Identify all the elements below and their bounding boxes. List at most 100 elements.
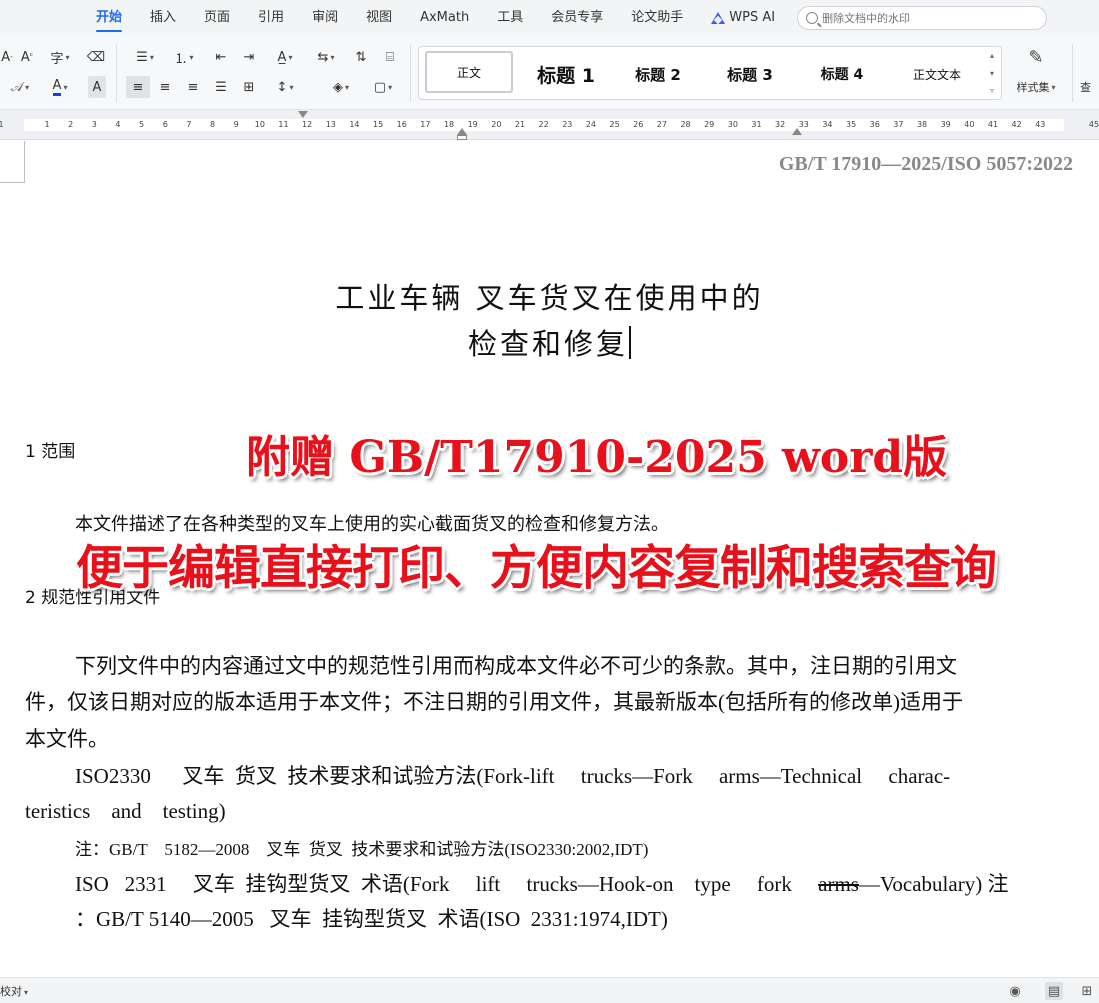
text-effect-icon[interactable]: 𝒜 ▾	[4, 76, 36, 98]
ruler-tick-label: 35	[846, 120, 857, 129]
eye-protection-icon[interactable]: ◉	[1006, 982, 1024, 1000]
chevron-up-icon[interactable]: ▴	[990, 51, 994, 60]
ruler-tick-label: 10	[254, 120, 265, 129]
tab-page[interactable]: 页面	[190, 0, 244, 36]
ruler-tick-label: 45	[1088, 120, 1099, 129]
page-view-icon[interactable]: ▤	[1045, 982, 1063, 1000]
style-heading-2[interactable]: 标题 2	[615, 59, 701, 89]
note-gb5182: 注：GB/T 5182—2008 叉车 货叉 技术要求和试验方法(ISO2330…	[75, 840, 649, 859]
web-layout-icon[interactable]: ⊞	[1078, 982, 1096, 1000]
reference-iso2331-tail: —Vocabulary) 注	[858, 872, 1009, 896]
tab-tools[interactable]: 工具	[483, 0, 537, 36]
right-indent-marker[interactable]	[792, 128, 802, 135]
shading-fill-icon[interactable]: ◈ ▾	[324, 76, 358, 98]
tab-references[interactable]: 引用	[244, 0, 298, 36]
horizontal-ruler[interactable]: 1 1 2 3 4 5 6 7 8 9 10 11 12 13 14 15 16 17 18 19 20 21 22 23 24…	[0, 110, 1099, 140]
clear-format-icon[interactable]: ⌫	[86, 46, 106, 68]
change-case-icon[interactable]: Aᶜ	[18, 46, 36, 68]
chevron-down-icon[interactable]: ▾	[990, 69, 994, 78]
ruler-tick-label: 26	[633, 120, 644, 129]
toolbar-divider	[410, 44, 411, 102]
tab-thesis-assistant[interactable]: 论文助手	[617, 0, 697, 36]
numbered-list-icon[interactable]: ⒈ ▾	[168, 46, 200, 68]
menu-bar: 开始 插入 页面 引用 审阅 视图 AxMath 工具 会员专享 论文助手 WP…	[0, 0, 1099, 36]
ruler-tick-label: 39	[940, 120, 951, 129]
tab-home[interactable]: 开始	[82, 0, 136, 36]
first-line-indent-marker[interactable]	[298, 111, 308, 118]
proofread-menu[interactable]: 校对 ▾	[0, 983, 28, 999]
style-set-icon[interactable]: ✎	[1016, 44, 1056, 70]
font-color-icon[interactable]: A ▾	[44, 76, 76, 98]
reference-iso2331-line2: ：GB/T 5140—2005 叉车 挂钩型货叉 术语(ISO 2331:197…	[75, 907, 668, 931]
tab-member[interactable]: 会员专享	[537, 0, 617, 36]
sort-icon[interactable]: ⇅	[350, 46, 372, 68]
char-shading-icon[interactable]: A	[88, 76, 106, 98]
promo-banner-editing: 便于编辑直接打印、方便内容复制和搜索查询	[76, 541, 997, 596]
ruler-tick-label: 21	[514, 120, 526, 129]
document-page[interactable]: GB/T 17910—2025/ISO 5057:2022 工业车辆 叉车货叉在…	[0, 141, 1099, 977]
tab-insert[interactable]: 插入	[136, 0, 190, 36]
toolbar-divider	[1072, 44, 1073, 102]
align-right-icon[interactable]: ≡	[182, 76, 204, 98]
ruler-tick-label: 27	[656, 120, 667, 129]
reference-iso2331-line1: ISO 2331 叉车 挂钩型货叉 术语(Fork lift trucks—Ho…	[75, 866, 1008, 902]
styles-scroll-control[interactable]: ▴ ▾ ▿	[985, 51, 999, 95]
style-heading-3[interactable]: 标题 3	[707, 59, 793, 89]
ruler-tick-label: 22	[538, 120, 549, 129]
text-direction-icon[interactable]: A̲ ▾	[268, 46, 302, 68]
ribbon-toolbar: A- Aᶜ 字 ▾ ⌫ 𝒜 ▾ A ▾ A ☰ ▾ ⒈ ▾ ⇤ ⇥ A̲ ▾ ⇆ ▾ ⇅ ⌸ …	[0, 36, 1099, 110]
section-2-paragraph-line2: 件，仅该日期对应的版本适用于本文件；不注日期的引用文件，其最新版本(包括所有的修…	[25, 690, 963, 714]
tab-wps-ai[interactable]: WPS AI	[697, 0, 789, 36]
ruler-tick-label: 2	[68, 120, 74, 129]
ruler-tick-label: 14	[349, 120, 360, 129]
ruler-tick-label: 40	[964, 120, 975, 129]
borders-icon[interactable]: ▢ ▾	[366, 76, 400, 98]
find-button[interactable]: 查	[1080, 76, 1099, 98]
tab-review[interactable]: 审阅	[298, 0, 352, 36]
show-marks-icon[interactable]: ⌸	[378, 46, 402, 68]
search-box[interactable]	[797, 6, 1048, 30]
tab-axmath[interactable]: AxMath	[406, 0, 483, 36]
ruler-tick-label: 7	[186, 120, 192, 129]
wps-ai-label: WPS AI	[729, 10, 776, 25]
promo-banner-word-version: 附赠 GB/T17910-2025 word版	[246, 432, 948, 483]
ruler-tick-label: 5	[139, 120, 145, 129]
phonetic-guide-icon[interactable]: 字 ▾	[44, 46, 76, 68]
bullet-list-icon[interactable]: ☰ ▾	[130, 46, 160, 68]
ruler-tick-label: 37	[893, 120, 904, 129]
page-corner-mark	[0, 141, 25, 183]
style-set-button[interactable]: 样式集 ▾	[1008, 76, 1064, 98]
ruler-tick-label: 1	[0, 120, 4, 129]
distributed-align-icon[interactable]: ⊞	[238, 76, 260, 98]
styles-gallery: 正文 标题 1 标题 2 标题 3 标题 4 正文文本 ▴ ▾ ▿	[418, 46, 1002, 100]
line-spacing-icon[interactable]: ↕ ▾	[268, 76, 302, 98]
decrease-font-icon[interactable]: A-	[0, 46, 14, 68]
ruler-tick-label: 8	[210, 120, 216, 129]
align-center-icon[interactable]: ≡	[154, 76, 176, 98]
justify-icon[interactable]: ☰	[210, 76, 232, 98]
section-2-paragraph-line1: 下列文件中的内容通过文中的规范性引用而构成本文件必不可少的条款。其中，注日期的引…	[75, 654, 957, 678]
ruler-tick-label: 18	[443, 120, 455, 129]
tab-view[interactable]: 视图	[352, 0, 406, 36]
ruler-tick-label: 19	[467, 120, 478, 129]
align-left-icon[interactable]: ≡	[126, 76, 150, 98]
hanging-indent-marker[interactable]	[457, 128, 467, 135]
expand-gallery-icon[interactable]: ▿	[990, 86, 994, 95]
style-body-text[interactable]: 正文文本	[891, 59, 983, 89]
ruler-tick-label: 23	[562, 120, 573, 129]
increase-indent-icon[interactable]: ⇥	[238, 46, 260, 68]
ruler-tick-label: 3	[91, 120, 97, 129]
ruler-tick-label: 32	[775, 120, 786, 129]
style-heading-4[interactable]: 标题 4	[799, 59, 885, 89]
left-indent-marker[interactable]	[457, 135, 467, 140]
ruler-tick-label: 36	[869, 120, 880, 129]
reverse-text-icon[interactable]: ⇆ ▾	[310, 46, 342, 68]
search-icon	[806, 12, 819, 24]
style-normal[interactable]: 正文	[425, 51, 513, 93]
search-input[interactable]	[822, 11, 1033, 25]
ruler-tick-label: 16	[396, 120, 407, 129]
style-set-label: 样式集	[1016, 81, 1050, 94]
decrease-indent-icon[interactable]: ⇤	[210, 46, 232, 68]
standard-code-header: GB/T 17910—2025/ISO 5057:2022	[778, 153, 1073, 175]
style-heading-1[interactable]: 标题 1	[523, 59, 609, 89]
